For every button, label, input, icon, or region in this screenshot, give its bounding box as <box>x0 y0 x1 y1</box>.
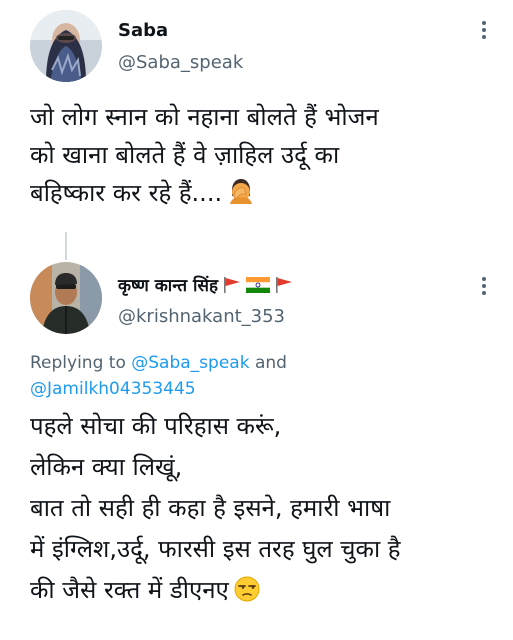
display-name[interactable]: Saba <box>118 20 168 41</box>
original-tweet[interactable]: Saba @Saba_speak जो लोग स्नान को नहाना ब… <box>0 0 513 232</box>
thread-connector-line <box>65 232 67 260</box>
tweet-thread: Saba @Saba_speak जो लोग स्नान को नहाना ब… <box>0 0 513 640</box>
tweet-text-line: को खाना बोलते हैं वे ज़ाहिल उर्दू का <box>30 141 340 169</box>
tweet-text-line: जो लोग स्नान को नहाना बोलते हैं भोजन <box>30 103 379 131</box>
india-flag-icon <box>245 276 270 293</box>
red-flag-icon <box>275 276 292 293</box>
avatar[interactable] <box>30 262 102 334</box>
replying-to-label: Replying to <box>30 353 126 373</box>
replying-and-label: and <box>254 353 287 373</box>
face-palm-emoji-icon <box>230 179 253 204</box>
avatar[interactable] <box>30 10 102 82</box>
username-handle[interactable]: @Saba_speak <box>118 52 243 73</box>
tweet-text-segment: की जैसे रक्त में डीएनए <box>30 576 229 604</box>
more-options-icon[interactable] <box>481 276 487 296</box>
more-options-icon[interactable] <box>481 20 487 40</box>
tweet-text-line: बात तो सही ही कहा है इसने, हमारी भाषा <box>30 494 391 522</box>
tweet-text-line: बहिष्कार कर रहे हैं.... <box>30 174 490 212</box>
red-flag-icon <box>223 276 240 293</box>
tweet-text-line: लेकिन क्या लिखूं, <box>30 453 183 481</box>
tweet-text-line: की जैसे रक्त में डीएनए <box>30 570 401 611</box>
tweet-text-line: में इंग्लिश,उर्दू, फारसी इस तरह घुल चुका… <box>30 535 401 563</box>
display-name[interactable]: कृष्ण कान्त सिंह <box>118 273 294 296</box>
tweet-text: पहले सोचा की परिहास करूं, लेकिन क्या लिख… <box>30 406 401 611</box>
unamused-face-emoji-icon <box>234 576 260 602</box>
reply-tweet[interactable]: कृष्ण कान्त सिंह @krishnakant_353 Replyi… <box>0 232 513 640</box>
mention-link[interactable]: @Jamilkh04353445 <box>30 379 196 399</box>
avatar-image <box>30 262 102 334</box>
avatar-image <box>30 10 102 82</box>
tweet-text: जो लोग स्नान को नहाना बोलते हैं भोजन को … <box>30 98 490 212</box>
tweet-text-line: पहले सोचा की परिहास करूं, <box>30 412 282 440</box>
replying-to-info: Replying to @Saba_speak and @Jamilkh0435… <box>30 350 287 402</box>
tweet-text-segment: बहिष्कार कर रहे हैं.... <box>30 179 223 207</box>
username-handle[interactable]: @krishnakant_353 <box>118 306 285 327</box>
display-name-text: कृष्ण कान्त सिंह <box>118 276 218 296</box>
mention-link[interactable]: @Saba_speak <box>131 353 249 373</box>
